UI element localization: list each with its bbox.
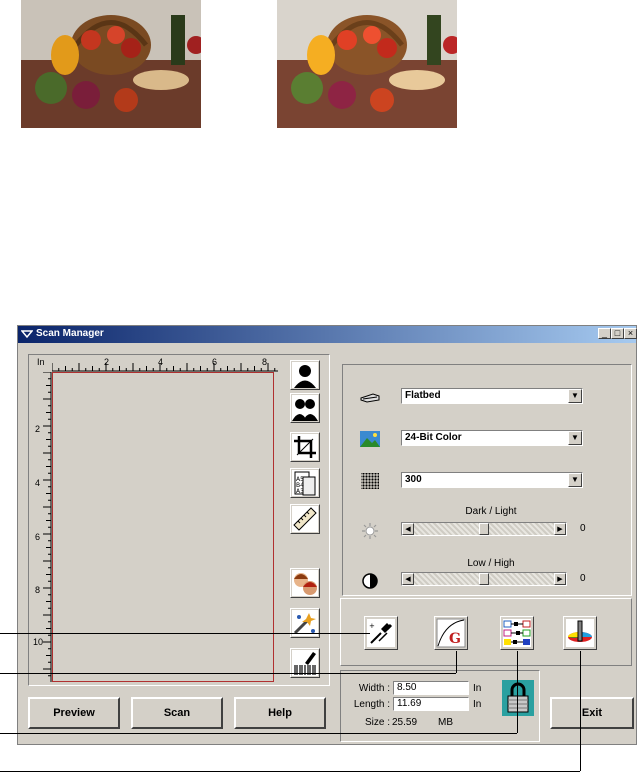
ruler-icon xyxy=(292,506,318,532)
window-title: Scan Manager xyxy=(36,328,104,339)
slider-right-arrow-icon[interactable]: ▶ xyxy=(554,573,566,585)
slider-right-arrow-icon[interactable]: ▶ xyxy=(554,523,566,535)
dropdown-arrow-icon[interactable]: ▼ xyxy=(568,431,582,445)
app-icon xyxy=(21,330,33,339)
gamma-curve-icon: G xyxy=(436,618,466,648)
color-landscape-icon xyxy=(360,431,380,447)
ruler-top-2: 2 xyxy=(104,357,110,367)
minimize-button[interactable]: _ xyxy=(598,328,611,339)
scan-button[interactable]: Scan xyxy=(131,697,223,729)
width-field[interactable]: 8.50 xyxy=(393,681,469,695)
ruler-left-2: 2 xyxy=(35,424,41,434)
ruler-unit-label: In xyxy=(37,357,45,367)
flatbed-scanner-icon xyxy=(360,393,380,403)
brightness-slider-thumb[interactable] xyxy=(479,523,489,535)
multi-detect-button[interactable] xyxy=(290,393,320,423)
length-label: Length : xyxy=(353,699,390,710)
contrast-value: 0 xyxy=(580,573,586,584)
ruler-top-4: 4 xyxy=(158,357,164,367)
paper-size-button[interactable]: A5 B4 A3 xyxy=(290,468,320,498)
ruler-left-8: 8 xyxy=(35,585,41,595)
ruler-left-4: 4 xyxy=(35,478,41,488)
resolution-value: 300 xyxy=(405,474,422,485)
callout-line-color-balance-vertical xyxy=(517,651,518,733)
crop-icon xyxy=(292,434,318,460)
crop-button[interactable] xyxy=(290,432,320,462)
dropdown-arrow-icon[interactable]: ▼ xyxy=(568,473,582,487)
title-bar[interactable]: Scan Manager _ □ × xyxy=(18,326,637,343)
color-balance-icon xyxy=(503,619,531,647)
exit-button[interactable]: Exit xyxy=(550,697,634,729)
sample-photo-after xyxy=(277,0,457,128)
svg-text:+: + xyxy=(369,622,375,630)
sample-photo-before xyxy=(21,0,201,128)
hue-saturation-button[interactable] xyxy=(563,616,597,650)
close-button[interactable]: × xyxy=(624,328,637,339)
width-label: Width : xyxy=(358,683,390,694)
contrast-label: Low / High xyxy=(467,558,515,569)
source-value: Flatbed xyxy=(405,390,441,401)
ruler-top-6: 6 xyxy=(212,357,218,367)
help-button[interactable]: Help xyxy=(234,697,326,729)
scan-mode-select[interactable]: 24-Bit Color ▼ xyxy=(401,430,583,446)
svg-text:G: G xyxy=(449,631,461,647)
faces-button[interactable] xyxy=(290,568,320,598)
brightness-slider[interactable]: ◀ ▶ xyxy=(401,522,567,536)
callout-line-gamma xyxy=(0,673,456,674)
callout-line-eyedropper xyxy=(0,633,370,634)
ruler-left-10: 10 xyxy=(33,637,44,647)
color-balance-button[interactable] xyxy=(500,616,534,650)
faces-icon xyxy=(292,570,318,596)
brightness-value: 0 xyxy=(580,523,586,534)
auto-detect-button[interactable] xyxy=(290,360,320,390)
slider-left-arrow-icon[interactable]: ◀ xyxy=(402,573,414,585)
halftone-dots-icon xyxy=(361,473,379,489)
callout-line-gamma-vertical xyxy=(456,651,457,673)
size-label: Size : xyxy=(364,717,390,728)
padlock-icon xyxy=(507,682,529,713)
width-unit: In xyxy=(473,683,482,694)
contrast-slider-thumb[interactable] xyxy=(479,573,489,585)
hue-saturation-icon xyxy=(566,619,594,647)
svg-text:A3: A3 xyxy=(296,488,304,495)
length-field[interactable]: 11.69 xyxy=(393,697,469,711)
size-unit: MB xyxy=(438,717,453,728)
sun-icon xyxy=(362,523,378,539)
paper-size-icon: A5 B4 A3 xyxy=(292,470,318,496)
single-person-icon xyxy=(292,362,318,388)
two-people-icon xyxy=(292,395,318,421)
ruler-button[interactable] xyxy=(290,504,320,534)
brightness-label: Dark / Light xyxy=(465,506,517,517)
contrast-slider[interactable]: ◀ ▶ xyxy=(401,572,567,586)
lock-button[interactable] xyxy=(502,680,534,716)
gamma-curve-button[interactable]: G xyxy=(434,616,468,650)
callout-line-hue xyxy=(0,771,580,772)
size-value: 25.59 xyxy=(392,717,418,728)
ruler-top-8: 8 xyxy=(262,357,268,367)
preview-button[interactable]: Preview xyxy=(28,697,120,729)
ruler-left-6: 6 xyxy=(35,532,41,542)
callout-line-hue-vertical xyxy=(580,651,581,771)
top-ruler xyxy=(52,363,278,372)
scan-mode-value: 24-Bit Color xyxy=(405,432,462,443)
scan-preview-area[interactable] xyxy=(52,372,274,682)
resolution-select[interactable]: 300 ▼ xyxy=(401,472,583,488)
scan-manager-window: Scan Manager _ □ × In 2 4 6 8 2 4 6 8 10 xyxy=(17,325,637,745)
dropdown-arrow-icon[interactable]: ▼ xyxy=(568,389,582,403)
maximize-button[interactable]: □ xyxy=(611,328,624,339)
slider-left-arrow-icon[interactable]: ◀ xyxy=(402,523,414,535)
callout-line-color-balance xyxy=(0,733,517,734)
contrast-circle-icon xyxy=(362,573,378,589)
source-select[interactable]: Flatbed ▼ xyxy=(401,388,583,404)
length-unit: In xyxy=(473,699,482,710)
